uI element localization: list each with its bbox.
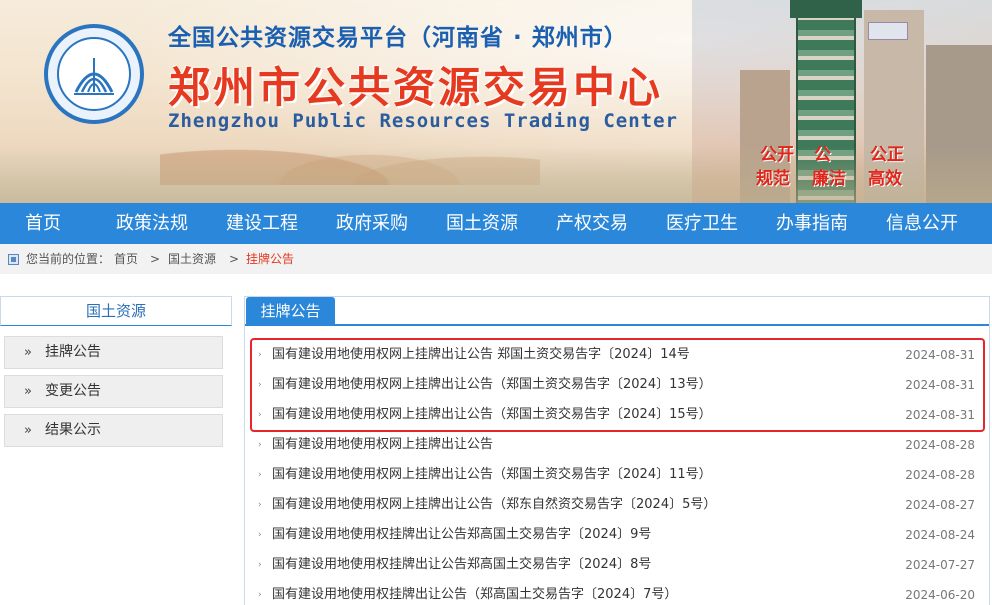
- notice-title[interactable]: 国有建设用地使用权网上挂牌出让公告（郑国土资交易告字〔2024〕13号）: [272, 370, 712, 400]
- notice-date: 2024-07-27: [905, 558, 975, 572]
- double-chevron-icon: »: [24, 384, 32, 399]
- sidebar-item-change-notice[interactable]: » 变更公告: [4, 375, 223, 408]
- slogan-text: 廉洁: [812, 169, 846, 189]
- panel-header: 挂牌公告: [245, 297, 989, 326]
- slogan-text: 规范: [756, 169, 790, 189]
- sidebar-item-listing-notice[interactable]: » 挂牌公告: [4, 336, 223, 369]
- bullet-icon: ›: [258, 350, 262, 360]
- notice-title[interactable]: 国有建设用地使用权挂牌出让公告郑高国土交易告字〔2024〕9号: [272, 520, 651, 550]
- list-item[interactable]: › 国有建设用地使用权网上挂牌出让公告（郑国土资交易告字〔2024〕13号） 2…: [255, 370, 979, 400]
- list-item[interactable]: › 国有建设用地使用权网上挂牌出让公告（郑国土资交易告字〔2024〕15号） 2…: [255, 400, 979, 430]
- sidebar-title: 国土资源: [0, 296, 232, 326]
- breadcrumb-prefix: 您当前的位置：: [26, 252, 111, 266]
- list-item[interactable]: › 国有建设用地使用权挂牌出让公告（郑高国土交易告字〔2024〕7号） 2024…: [255, 580, 979, 605]
- header-banner: 全国公共资源交易平台（河南省 · 郑州市） 郑州市公共资源交易中心 Zhengz…: [0, 0, 992, 203]
- list-item[interactable]: › 国有建设用地使用权网上挂牌出让公告 郑国土资交易告字〔2024〕14号 20…: [255, 340, 979, 370]
- bullet-icon: ›: [258, 380, 262, 390]
- sidebar-item-label: 变更公告: [45, 383, 101, 399]
- notice-title[interactable]: 国有建设用地使用权挂牌出让公告（郑高国土交易告字〔2024〕7号）: [272, 580, 677, 605]
- logo-emblem-icon: [74, 58, 114, 95]
- bullet-icon: ›: [258, 560, 262, 570]
- site-title: 郑州市公共资源交易中心: [168, 63, 664, 112]
- bullet-icon: ›: [258, 410, 262, 420]
- list-item[interactable]: › 国有建设用地使用权挂牌出让公告郑高国土交易告字〔2024〕8号 2024-0…: [255, 550, 979, 580]
- nav-item-procurement[interactable]: 政府采购: [336, 203, 408, 244]
- logo-emblem: [57, 37, 131, 111]
- sidebar: 国土资源 » 挂牌公告 » 变更公告 » 结果公示: [0, 296, 232, 605]
- breadcrumb-separator: >: [150, 252, 161, 266]
- double-chevron-icon: »: [24, 423, 32, 438]
- sidebar-item-result-notice[interactable]: » 结果公示: [4, 414, 223, 447]
- breadcrumb-land[interactable]: 国土资源: [168, 244, 216, 274]
- breadcrumb-separator: >: [229, 252, 240, 266]
- notice-title[interactable]: 国有建设用地使用权网上挂牌出让公告（郑东自然资交易告字〔2024〕5号）: [272, 490, 716, 520]
- sidebar-item-label: 结果公示: [45, 422, 101, 438]
- list-item[interactable]: › 国有建设用地使用权网上挂牌出让公告 2024-08-28: [255, 430, 979, 460]
- bullet-icon: ›: [258, 470, 262, 480]
- nav-item-guide[interactable]: 办事指南: [776, 203, 848, 244]
- main-nav: 首页 政策法规 建设工程 政府采购 国土资源 产权交易 医疗卫生 办事指南 信息…: [0, 203, 992, 244]
- notice-title[interactable]: 国有建设用地使用权网上挂牌出让公告（郑国土资交易告字〔2024〕15号）: [272, 400, 712, 430]
- erqi-tower-top: [790, 0, 862, 18]
- notice-date: 2024-08-31: [905, 378, 975, 392]
- notice-panel: 挂牌公告 › 国有建设用地使用权网上挂牌出让公告 郑国土资交易告字〔2024〕1…: [244, 296, 990, 605]
- notice-title[interactable]: 国有建设用地使用权挂牌出让公告郑高国土交易告字〔2024〕8号: [272, 550, 651, 580]
- banner-building-sign: [868, 22, 908, 40]
- notice-date: 2024-08-31: [905, 408, 975, 422]
- nav-item-land[interactable]: 国土资源: [446, 203, 518, 244]
- notice-date: 2024-08-28: [905, 438, 975, 452]
- slogan-text: 高效: [868, 169, 902, 189]
- site-logo[interactable]: [44, 24, 144, 124]
- nav-item-property[interactable]: 产权交易: [556, 203, 628, 244]
- bullet-icon: ›: [258, 500, 262, 510]
- notice-date: 2024-06-20: [905, 588, 975, 602]
- nav-item-home[interactable]: 首页: [25, 203, 61, 244]
- notice-title[interactable]: 国有建设用地使用权网上挂牌出让公告（郑国土资交易告字〔2024〕11号）: [272, 460, 712, 490]
- breadcrumb-home[interactable]: 首页: [114, 244, 138, 274]
- list-item[interactable]: › 国有建设用地使用权网上挂牌出让公告（郑东自然资交易告字〔2024〕5号） 2…: [255, 490, 979, 520]
- double-chevron-icon: »: [24, 345, 32, 360]
- list-item[interactable]: › 国有建设用地使用权挂牌出让公告郑高国土交易告字〔2024〕9号 2024-0…: [255, 520, 979, 550]
- nav-item-policy[interactable]: 政策法规: [116, 203, 188, 244]
- notice-date: 2024-08-27: [905, 498, 975, 512]
- notice-title[interactable]: 国有建设用地使用权网上挂牌出让公告: [272, 430, 493, 460]
- breadcrumb-current: 挂牌公告: [246, 252, 295, 266]
- list-item[interactable]: › 国有建设用地使用权网上挂牌出让公告（郑国土资交易告字〔2024〕11号） 2…: [255, 460, 979, 490]
- location-icon: [8, 254, 19, 265]
- notice-date: 2024-08-24: [905, 528, 975, 542]
- slogan-text: 公开: [760, 145, 794, 165]
- slogan-text: 公: [814, 145, 831, 165]
- tab-listing-notice[interactable]: 挂牌公告: [246, 297, 335, 326]
- site-title-english: Zhengzhou Public Resources Trading Cente…: [168, 110, 678, 132]
- nav-item-construction[interactable]: 建设工程: [226, 203, 298, 244]
- nav-item-medical[interactable]: 医疗卫生: [666, 203, 738, 244]
- notice-date: 2024-08-31: [905, 348, 975, 362]
- bullet-icon: ›: [258, 590, 262, 600]
- sidebar-item-label: 挂牌公告: [45, 344, 101, 360]
- slogan-text: 公正: [870, 145, 904, 165]
- bullet-icon: ›: [258, 440, 262, 450]
- slogan-group: 公开 公 公正 规范 廉洁 高效: [752, 140, 922, 190]
- bullet-icon: ›: [258, 530, 262, 540]
- notice-title[interactable]: 国有建设用地使用权网上挂牌出让公告 郑国土资交易告字〔2024〕14号: [272, 340, 690, 370]
- notice-date: 2024-08-28: [905, 468, 975, 482]
- nav-item-info[interactable]: 信息公开: [886, 203, 958, 244]
- platform-subtitle: 全国公共资源交易平台（河南省 · 郑州市）: [168, 25, 628, 51]
- breadcrumb: 您当前的位置： 首页 > 国土资源 > 挂牌公告: [0, 244, 992, 274]
